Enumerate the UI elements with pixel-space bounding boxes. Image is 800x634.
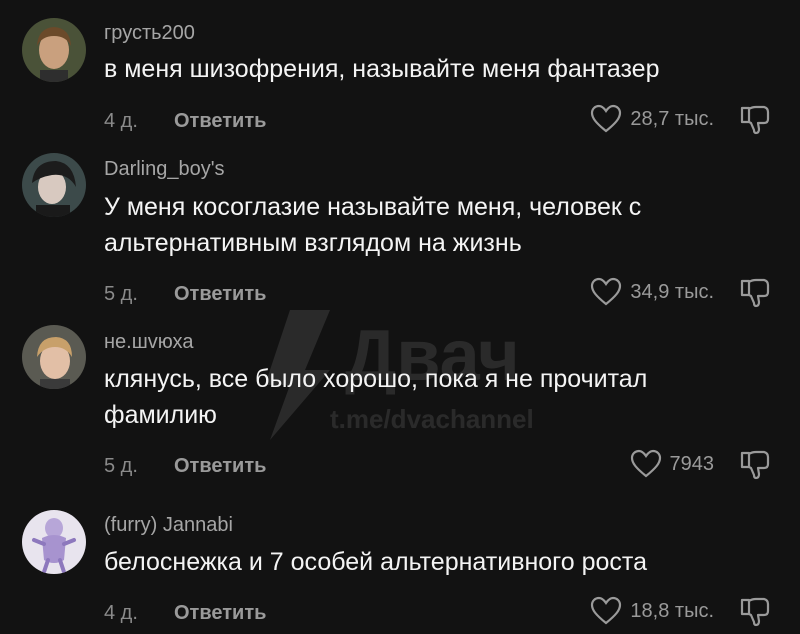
comment-username[interactable]: (furry) Jannabi [104, 514, 233, 537]
comment-time: 4 д. [104, 110, 138, 132]
like-button[interactable]: 28,7 тыс. [590, 104, 714, 134]
dislike-button[interactable] [738, 594, 772, 628]
comment-username[interactable]: не.шvюха [104, 331, 193, 354]
avatar[interactable] [22, 153, 86, 217]
avatar[interactable] [22, 510, 86, 574]
comment-username[interactable]: Darling_boy's [104, 158, 225, 181]
thumbs-down-icon [740, 278, 770, 308]
comment-username[interactable]: грусть200 [104, 22, 195, 45]
dislike-button[interactable] [738, 275, 772, 309]
comment-text: У меня косоглазие называйте меня, челове… [104, 193, 642, 221]
reply-button[interactable]: Ответить [174, 110, 266, 133]
comment-text: альтернативным взглядом на жизнь [104, 229, 522, 257]
thumbs-down-icon [740, 450, 770, 480]
comment-text: в меня шизофрения, называйте меня фантаз… [104, 55, 660, 83]
heart-icon [591, 104, 622, 133]
comment-text: клянусь, все было хорошо, пока я не проч… [104, 365, 648, 393]
like-count: 34,9 тыс. [630, 280, 714, 303]
thumbs-down-icon [740, 597, 770, 627]
reply-button[interactable]: Ответить [174, 455, 266, 478]
like-button[interactable]: 18,8 тыс. [590, 596, 714, 626]
comment-time: 5 д. [104, 455, 138, 477]
reply-button[interactable]: Ответить [174, 283, 266, 306]
comment-text: белоснежка и 7 особей альтернативного ро… [104, 548, 647, 576]
comment-text: фамилию [104, 401, 217, 429]
heart-icon [630, 449, 661, 478]
like-count: 7943 [669, 452, 715, 475]
watermark-url: t.me/dvachannel [330, 404, 534, 434]
avatar[interactable] [22, 18, 86, 82]
heart-icon [591, 596, 622, 625]
thumbs-down-icon [740, 105, 770, 135]
comment-time: 5 д. [104, 283, 138, 305]
like-count: 18,8 тыс. [630, 599, 714, 622]
like-button[interactable]: 34,9 тыс. [590, 277, 714, 307]
dislike-button[interactable] [738, 447, 772, 481]
dislike-button[interactable] [738, 102, 772, 136]
avatar[interactable] [22, 325, 86, 389]
reply-button[interactable]: Ответить [174, 602, 266, 625]
comment-time: 4 д. [104, 602, 138, 624]
heart-icon [591, 277, 622, 306]
like-count: 28,7 тыс. [630, 107, 714, 130]
like-button[interactable]: 7943 [630, 449, 715, 479]
